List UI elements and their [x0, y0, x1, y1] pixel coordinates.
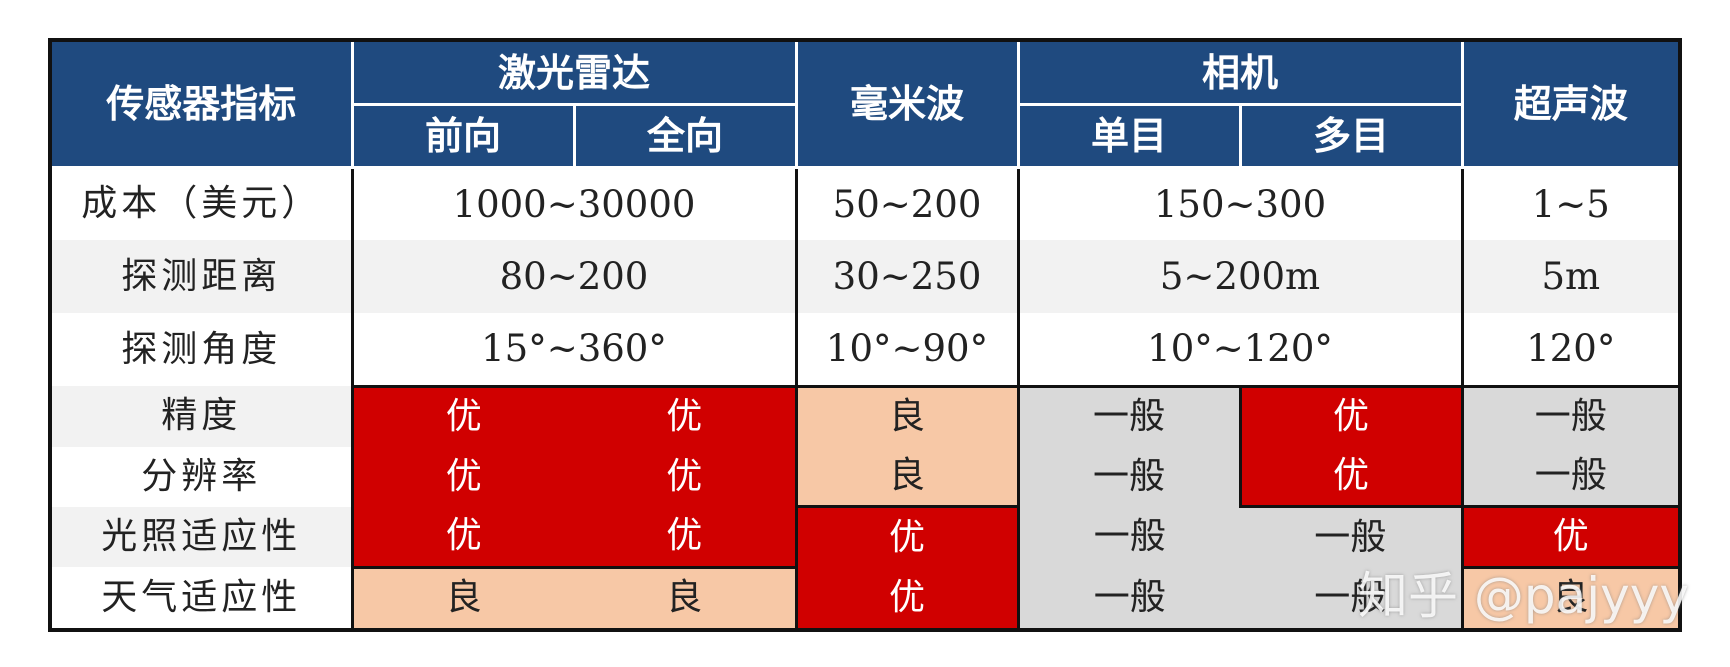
cell-cost-mmwave: 50~200 — [796, 167, 1020, 241]
table-row: 成本（美元） 1000~30000 50~200 150~300 1~5 — [52, 167, 1679, 241]
rating-cell: 优 — [574, 446, 798, 507]
rating-cell: 优 — [352, 384, 574, 447]
header-lidar-front: 前向 — [350, 103, 576, 169]
rating-cell: 优 — [574, 506, 798, 568]
row-label-range: 探测距离 — [52, 240, 354, 314]
header-lidar: 激光雷达 — [350, 42, 798, 107]
header-ultrasonic: 超声波 — [1460, 42, 1679, 169]
row-label-precision: 精度 — [52, 386, 354, 447]
header-sensor-metric: 传感器指标 — [52, 42, 354, 169]
rating-cell: 一般 — [1240, 567, 1464, 628]
cell-cost-lidar: 1000~30000 — [352, 167, 798, 241]
sensor-comparison-table: 传感器指标 激光雷达 毫米波 相机 超声波 前向 全向 单目 多目 成本（美元）… — [52, 42, 1679, 628]
rating-cell: 一般 — [1018, 506, 1241, 568]
table-row: 光照适应性 优 优 优 一般 一般 优 — [52, 506, 1679, 569]
header-camera: 相机 — [1016, 42, 1464, 107]
header-camera-mono: 单目 — [1016, 103, 1242, 169]
cell-range-ultrasonic: 5m — [1541, 255, 1601, 299]
cell-range-lidar: 80~200 — [352, 240, 798, 314]
rating-cell: 优 — [1238, 446, 1464, 509]
table-row: 精度 优 优 良 一般 优 一般 — [52, 384, 1679, 447]
row-label-light: 光照适应性 — [52, 506, 354, 568]
table-row: 探测距离 80~200 30~250 5~200m 5m — [52, 240, 1679, 314]
rating-cell: 一般 — [1462, 446, 1679, 509]
cell-range-camera: 5~200m — [1018, 240, 1464, 314]
rating-cell: 一般 — [1018, 384, 1241, 447]
header-mmwave: 毫米波 — [794, 42, 1020, 169]
cell-cost-ultrasonic: 1~5 — [1531, 182, 1610, 226]
header-lidar-full: 全向 — [572, 103, 798, 169]
rating-cell: 优 — [352, 506, 574, 568]
rating-cell: 优 — [796, 567, 1020, 628]
table-row: 天气适应性 良 良 优 一般 一般 良 — [52, 565, 1679, 628]
rating-cell: 优 — [1462, 506, 1679, 569]
cell-angle-camera: 10°~120° — [1018, 313, 1464, 387]
cell-angle-ultrasonic: 120° — [1526, 327, 1616, 371]
rating-cell: 良 — [796, 446, 1020, 509]
row-label-resolution: 分辨率 — [52, 446, 354, 507]
cell-range-mmwave: 30~250 — [796, 240, 1020, 314]
rating-cell: 一般 — [1018, 567, 1241, 628]
row-label-weather: 天气适应性 — [52, 567, 354, 628]
header-camera-multi: 多目 — [1238, 103, 1464, 169]
rating-cell: 一般 — [1240, 506, 1464, 568]
rating-cell: 优 — [1238, 384, 1464, 447]
sensor-comparison-table-frame: 传感器指标 激光雷达 毫米波 相机 超声波 前向 全向 单目 多目 成本（美元）… — [48, 38, 1682, 632]
rating-cell: 良 — [796, 384, 1020, 447]
cell-cost-camera: 150~300 — [1018, 167, 1464, 241]
row-label-cost: 成本（美元） — [52, 167, 354, 241]
table-row: 探测角度 15°~360° 10°~90° 10°~120° 120° — [52, 313, 1679, 387]
rating-cell: 优 — [574, 384, 798, 447]
rating-cell: 良 — [1462, 567, 1679, 628]
cell-angle-lidar: 15°~360° — [352, 313, 798, 387]
cell-angle-mmwave: 10°~90° — [796, 313, 1020, 387]
rating-cell: 优 — [796, 506, 1020, 568]
rating-cell: 良 — [574, 565, 798, 628]
rating-cell: 一般 — [1462, 384, 1679, 447]
row-label-angle: 探测角度 — [52, 313, 354, 387]
rating-cell: 良 — [352, 565, 574, 628]
rating-cell: 优 — [352, 446, 574, 507]
rating-cell: 一般 — [1018, 446, 1241, 507]
table-row: 分辨率 优 优 良 一般 优 一般 — [52, 446, 1679, 509]
